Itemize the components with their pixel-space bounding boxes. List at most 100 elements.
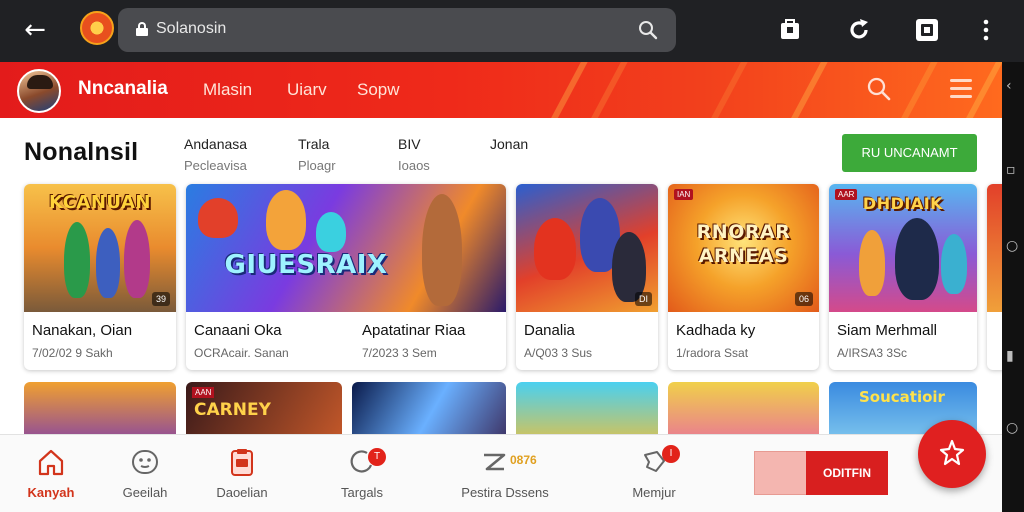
floating-action-button[interactable] [918,420,986,488]
game-banner: DHDIAIK [862,194,944,213]
nav-link-3[interactable]: Sopw [357,80,400,100]
tab-targets[interactable]: T Targals [322,435,402,512]
gamepad-icon [132,450,158,474]
home-icon [38,449,64,476]
game-subtitle: 7/02/02 9 Sakh [32,346,113,360]
filter-sub: Pecleavisa [184,158,247,173]
tab-home[interactable]: Kanyah [14,435,88,512]
game-card[interactable]: AAR DHDIAIK Siam Merhmall A/IRSA3 3Sc [829,184,977,370]
game-thumbnail: DI [516,184,658,312]
main-content: Nonalnsil Andanasa Pecleavisa Trala Ploa… [0,118,1002,434]
game-card[interactable]: AAN CARNEY [186,382,342,434]
tab-label: Pestira Dssens [461,485,549,500]
lock-icon [136,22,148,36]
zigzag-icon [484,453,506,471]
play-now-button[interactable]: ODITFIN [754,451,888,495]
circle-icon: ○ [1006,420,1019,436]
brand-name[interactable]: Nncanalia [78,78,168,100]
filter-3[interactable]: BIV Ioaos [398,136,430,173]
cta-button[interactable]: RU UNCANAMT [842,134,977,172]
game-card[interactable] [668,382,819,434]
filter-4[interactable]: Jonan [490,136,528,152]
filter-1[interactable]: Andanasa Pecleavisa [184,136,247,173]
game-banner: CARNEY [194,400,271,420]
game-title: Apatatinar Riaa [362,322,466,339]
filter-sub: Ioaos [398,158,430,173]
game-card[interactable]: KCANUAN 39 Nanakan, Oian 7/02/02 9 Sakh [24,184,176,370]
reload-icon[interactable] [846,17,872,43]
url-text: Solanosin [156,20,227,37]
game-title: Siam Merhmall [837,322,938,339]
chevron-left-icon[interactable]: ‹ [1006,78,1012,94]
game-thumbnail [987,184,1002,312]
site-favicon [80,11,114,45]
filter-label: Jonan [490,136,529,152]
bracket-icon: ▮ [1006,348,1014,364]
game-card[interactable] [987,184,1002,370]
nav-link-2[interactable]: Uiarv [287,80,327,100]
page-title: Nonalnsil [24,138,139,166]
game-banner: KCANUAN [49,192,151,213]
game-title: Kadhada ky [676,322,756,339]
tab-games[interactable]: Geeilah [108,435,182,512]
count-badge: 06 [794,292,813,306]
game-tag: IAN [674,189,694,200]
circle-icon: ○ [1006,238,1019,254]
clipboard-icon [231,449,253,476]
notification-badge: I [662,445,680,463]
filter-label: BIV [398,136,421,152]
game-title: Canaani Oka [194,322,282,339]
square-icon: ▫ [1006,162,1016,178]
back-arrow-icon[interactable]: ← [18,14,52,48]
filter-sub: Ploagr [298,158,336,173]
site-header: Nncanalia Mlasin Uiarv Sopw [0,62,1002,118]
game-card[interactable]: DI Danalia A/Q03 3 Sus [516,184,658,370]
game-thumbnail: KCANUAN 39 [24,184,176,312]
address-bar[interactable]: Solanosin [118,8,676,52]
tab-label: Targals [341,485,383,500]
game-thumbnail: GIUESRAIX [186,184,506,312]
game-card[interactable] [24,382,176,434]
game-subtitle: A/IRSA3 3Sc [837,346,908,360]
game-subtitle: A/Q03 3 Sus [524,346,593,360]
bookmark-bag-icon[interactable] [777,17,803,43]
nav-link-1[interactable]: Mlasin [203,80,252,100]
game-banner: RNORAR ARNEAS [696,221,791,267]
edge-strip: ‹ ▫ ○ ▮ ○ [1002,62,1024,512]
star-hand-icon [939,439,965,466]
game-subtitle: OCRAcair. Sanan [194,346,289,360]
tab-label: Memjur [632,485,676,500]
avatar[interactable] [17,69,61,113]
game-banner: GIUESRAIX [224,250,388,280]
tab-messages[interactable]: I Memjur [622,435,686,512]
game-banner: Soucatioir [859,388,945,406]
game-thumbnail: IAN RNORAR ARNEAS 06 [668,184,819,312]
search-icon[interactable] [866,76,892,102]
tab-label: Geeilah [122,485,168,500]
notification-badge: T [368,448,386,466]
game-subtitle: 1/radora Ssat [676,346,749,360]
game-thumbnail: AAR DHDIAIK [829,184,977,312]
play-now-label: ODITFIN [806,451,888,495]
game-tag: AAN [192,387,215,398]
more-options-icon[interactable] [973,17,999,43]
game-card-featured[interactable]: GIUESRAIX Canaani Oka OCRAcair. Sanan Ap… [186,184,506,370]
tab-clipboard[interactable]: Daoelian [200,435,284,512]
game-subtitle: 7/2023 3 Sem [362,346,437,360]
browser-toolbar: ← Solanosin [0,0,1024,62]
game-card[interactable] [352,382,506,434]
tab-label: Kanyah [27,485,75,500]
game-title: Nanakan, Oian [32,322,133,339]
search-icon[interactable] [638,20,658,40]
events-counter: 0876 [510,453,537,467]
tabs-icon[interactable] [914,17,940,43]
filter-2[interactable]: Trala Ploagr [298,136,336,173]
filter-label: Trala [298,136,330,152]
game-card[interactable]: IAN RNORAR ARNEAS 06 Kadhada ky 1/radora… [668,184,819,370]
tab-label: Daoelian [216,485,268,500]
game-card[interactable] [516,382,658,434]
hamburger-menu-icon[interactable] [950,79,972,99]
tab-events[interactable]: 0876 Pestira Dssens [452,435,558,512]
count-badge: 39 [151,292,170,306]
app-screen: ← Solanosin Nncanalia Mlasin Uiarv Sopw … [0,0,1024,512]
